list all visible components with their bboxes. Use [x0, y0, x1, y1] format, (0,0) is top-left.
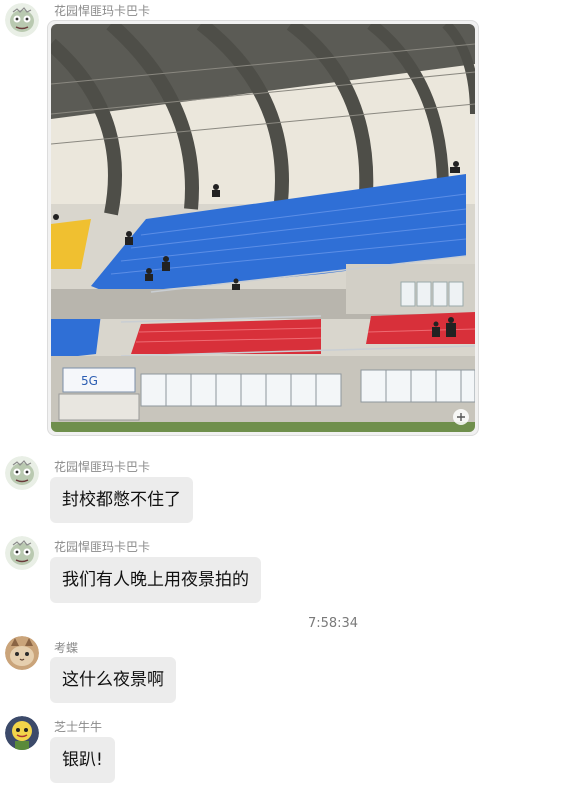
zombie-avatar-icon[interactable]	[5, 536, 39, 570]
message-timestamp: 7:58:34	[307, 616, 359, 631]
message-bubble[interactable]: 这什么夜景啊	[50, 657, 176, 703]
zombie-avatar-icon[interactable]	[5, 3, 39, 37]
message-bubble[interactable]: 我们有人晚上用夜景拍的	[50, 557, 261, 603]
svg-text:5G: 5G	[81, 374, 98, 388]
sender-name: 花园悍匪玛卡巴卡	[54, 4, 151, 18]
plant-avatar-icon[interactable]	[5, 716, 39, 750]
stadium-photo[interactable]: 5G	[47, 20, 479, 436]
stadium-photo-image: 5G	[51, 24, 475, 432]
cat-avatar-icon[interactable]	[5, 636, 39, 670]
zombie-avatar-icon[interactable]	[5, 456, 39, 490]
message-bubble[interactable]: 银趴!	[50, 737, 115, 783]
sender-name: 花园悍匪玛卡巴卡	[54, 540, 151, 554]
sender-name: 考蝶	[54, 641, 79, 655]
sender-name: 花园悍匪玛卡巴卡	[54, 460, 151, 474]
sender-name: 芝士牛牛	[54, 720, 103, 734]
message-bubble[interactable]: 封校都憋不住了	[50, 477, 193, 523]
